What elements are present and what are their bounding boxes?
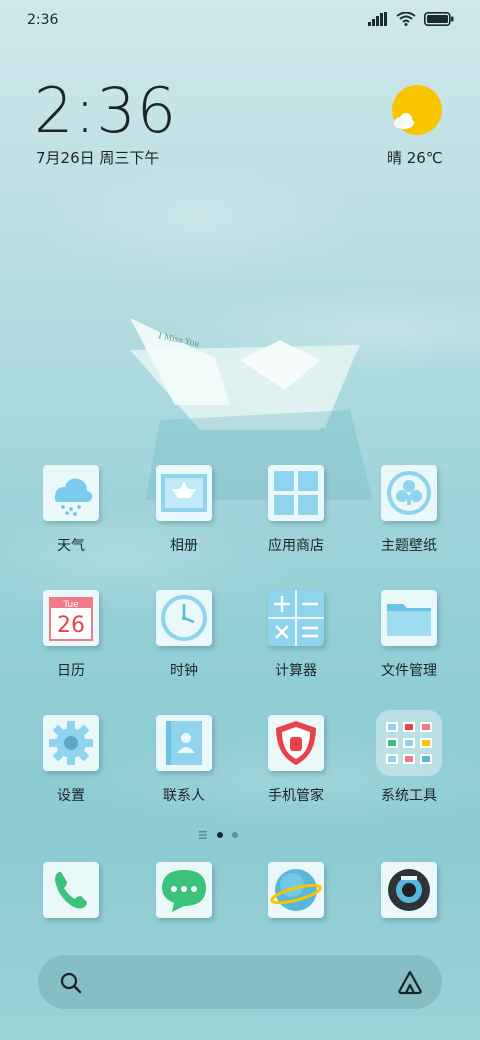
app-clock[interactable]: 时钟 — [134, 590, 234, 680]
weather-icon — [43, 465, 99, 521]
gallery-icon — [156, 465, 212, 521]
calendar-day-text: Tue — [62, 600, 79, 610]
app-themes[interactable]: 主题壁纸 — [359, 465, 459, 555]
app-calculator[interactable]: 计算器 — [246, 590, 346, 680]
app-label: 时钟 — [170, 663, 198, 679]
app-store[interactable]: 应用商店 — [246, 465, 346, 555]
app-gallery[interactable]: 相册 — [134, 465, 234, 555]
app-label: 计算器 — [275, 663, 317, 679]
contacts-icon — [156, 715, 212, 771]
page-indicator[interactable] — [198, 828, 258, 842]
browser-icon — [268, 862, 324, 918]
app-system-tools-folder[interactable]: 系统工具 — [359, 710, 459, 805]
dock-browser[interactable] — [246, 862, 346, 918]
wifi-icon — [396, 12, 416, 26]
signal-icon — [368, 12, 387, 26]
list-menu-icon[interactable] — [198, 831, 208, 839]
calendar-date-text: 26 — [57, 613, 85, 638]
phone-icon — [43, 862, 99, 918]
camera-icon — [381, 862, 437, 918]
app-calendar[interactable]: Tue 26 日历 — [21, 590, 121, 680]
status-bar: 2:36 — [0, 0, 480, 40]
dock-messages[interactable] — [134, 862, 234, 918]
app-label: 相册 — [170, 538, 198, 554]
page-dot-2[interactable] — [232, 832, 238, 838]
calendar-icon: Tue 26 — [43, 590, 99, 646]
home-date[interactable]: 7月26日 周三下午 — [36, 147, 159, 168]
page-dot-1[interactable] — [217, 832, 223, 838]
folder-icon — [381, 590, 437, 646]
search-bar[interactable] — [38, 955, 442, 1009]
security-shield-icon — [268, 715, 324, 771]
settings-gear-icon — [43, 715, 99, 771]
app-settings[interactable]: 设置 — [21, 715, 121, 805]
app-label: 文件管理 — [381, 663, 437, 679]
app-label: 天气 — [57, 538, 85, 554]
app-label: 系统工具 — [381, 788, 437, 804]
app-label: 联系人 — [163, 788, 205, 804]
app-label: 日历 — [57, 663, 85, 679]
home-clock[interactable]: 2:36 — [34, 74, 177, 147]
app-file-manager[interactable]: 文件管理 — [359, 590, 459, 680]
app-contacts[interactable]: 联系人 — [134, 715, 234, 805]
status-time: 2:36 — [27, 12, 59, 28]
themes-icon — [381, 465, 437, 521]
app-store-icon — [268, 465, 324, 521]
tools-folder-icon — [376, 710, 442, 776]
assistant-icon[interactable] — [396, 969, 424, 995]
dock-camera[interactable] — [359, 862, 459, 918]
app-security[interactable]: 手机管家 — [246, 715, 346, 805]
app-weather[interactable]: 天气 — [21, 465, 121, 555]
clock-icon — [156, 590, 212, 646]
app-label: 主题壁纸 — [381, 538, 437, 554]
sunny-cloud-icon[interactable] — [390, 84, 442, 136]
dock-phone[interactable] — [21, 862, 121, 918]
messages-icon — [156, 862, 212, 918]
app-label: 设置 — [57, 788, 85, 804]
app-label: 手机管家 — [268, 788, 324, 804]
calculator-icon — [268, 590, 324, 646]
app-label: 应用商店 — [268, 538, 324, 554]
search-icon[interactable] — [60, 972, 82, 994]
status-icons — [368, 12, 454, 26]
battery-icon — [424, 12, 454, 26]
weather-text[interactable]: 晴 26℃ — [387, 147, 443, 168]
